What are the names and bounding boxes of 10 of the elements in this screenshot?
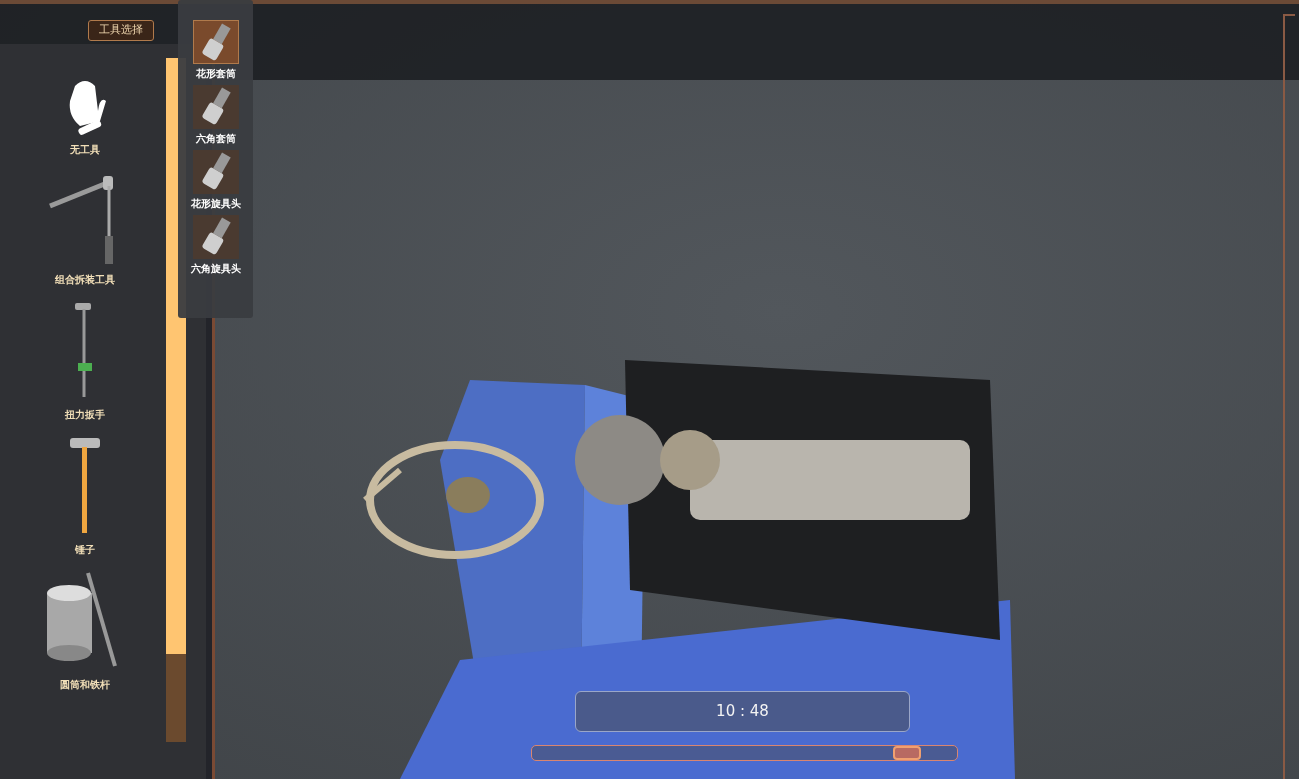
progress-thumb[interactable] [893, 746, 922, 760]
tool-item[interactable]: 锤子 [68, 436, 102, 557]
progress-track[interactable] [531, 745, 958, 761]
tool-item[interactable]: 圆筒和铁杆 [42, 571, 128, 692]
tool-item[interactable]: 扭力扳手 [65, 301, 105, 422]
tool-select-tab[interactable]: 工具选择 [88, 20, 154, 41]
tool-item[interactable]: 无工具 [60, 76, 110, 157]
hammer-icon [68, 436, 102, 536]
tool-item[interactable]: 组合拆装工具 [45, 171, 125, 287]
timer-overlay: 10 : 48 [575, 691, 910, 732]
